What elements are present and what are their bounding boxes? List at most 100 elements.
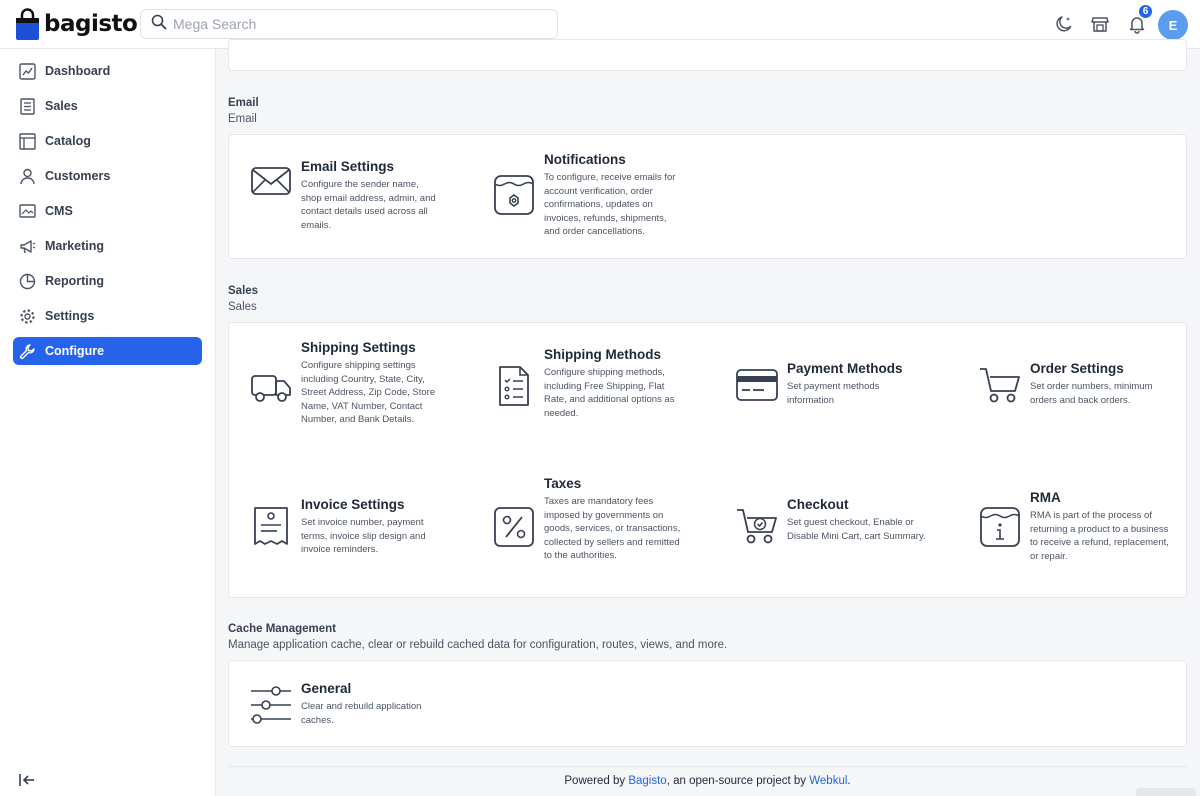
cms-icon xyxy=(18,202,36,220)
config-item-invoice-settings[interactable]: Invoice Settings Set invoice number, pay… xyxy=(249,497,441,557)
sidebar-item-marketing[interactable]: Marketing xyxy=(13,232,202,260)
item-title: Taxes xyxy=(544,476,582,491)
invoice-icon xyxy=(249,505,293,549)
config-item-rma[interactable]: RMA RMA is part of the process of return… xyxy=(978,490,1170,563)
dashboard-icon xyxy=(18,62,36,80)
sliders-icon xyxy=(249,683,293,727)
config-item-shipping-settings[interactable]: Shipping Settings Configure shipping set… xyxy=(249,340,441,427)
notification-count-badge: 6 xyxy=(1137,3,1154,20)
previous-section-card xyxy=(228,39,1187,71)
section-subtitle-sales: Sales xyxy=(228,301,257,313)
collapse-sidebar-icon[interactable] xyxy=(18,771,36,789)
config-item-taxes[interactable]: Taxes Taxes are mandatory fees imposed b… xyxy=(492,476,684,563)
item-title: RMA xyxy=(1030,490,1061,505)
footer-prefix: Powered by xyxy=(564,775,629,787)
item-description: Configure the sender name, shop email ad… xyxy=(301,179,436,231)
config-item-general[interactable]: General Clear and rebuild application ca… xyxy=(249,681,441,727)
sidebar-item-label: Sales xyxy=(45,99,78,113)
dark-mode-toggle-icon[interactable] xyxy=(1053,13,1075,35)
section-subtitle-email: Email xyxy=(228,113,257,125)
configure-icon xyxy=(18,342,36,360)
checklist-icon xyxy=(492,364,536,408)
sidebar-item-label: Configure xyxy=(45,344,105,358)
email-config-card: Email Settings Configure the sender name… xyxy=(228,134,1187,259)
item-title: Email Settings xyxy=(301,159,395,174)
mega-search[interactable] xyxy=(140,9,558,39)
storefront-icon[interactable] xyxy=(1089,13,1111,35)
item-title: Invoice Settings xyxy=(301,497,405,512)
item-description: Clear and rebuild application caches. xyxy=(301,701,422,726)
section-subtitle-cache: Manage application cache, clear or rebui… xyxy=(228,639,728,651)
config-item-payment-methods[interactable]: Payment Methods Set payment methods info… xyxy=(735,361,927,408)
shopping-bag-logo-icon xyxy=(16,8,39,40)
brand-logo[interactable]: bagisto xyxy=(16,8,138,40)
search-icon xyxy=(151,14,167,35)
item-description: To configure, receive emails for account… xyxy=(544,172,676,237)
item-title: Payment Methods xyxy=(787,361,903,376)
customers-icon xyxy=(18,167,36,185)
config-item-email-settings[interactable]: Email Settings Configure the sender name… xyxy=(249,159,441,232)
sidebar-item-label: Reporting xyxy=(45,274,105,288)
sales-icon xyxy=(18,97,36,115)
scroll-to-top-tab[interactable] xyxy=(1136,788,1196,796)
sidebar-item-cms[interactable]: CMS xyxy=(13,197,202,225)
search-input[interactable] xyxy=(173,16,533,32)
catalog-icon xyxy=(18,132,36,150)
sidebar-item-label: Dashboard xyxy=(45,64,111,78)
user-avatar[interactable]: E xyxy=(1158,10,1188,40)
item-description: Set invoice number, payment terms, invoi… xyxy=(301,517,426,555)
cache-config-card: General Clear and rebuild application ca… xyxy=(228,660,1187,747)
percent-icon xyxy=(492,505,536,549)
sidebar-item-label: Marketing xyxy=(45,239,105,253)
truck-icon xyxy=(249,364,293,408)
footer-middle: , an open-source project by xyxy=(666,775,810,787)
sidebar-item-reporting[interactable]: Reporting xyxy=(13,267,202,295)
settings-icon xyxy=(18,307,36,325)
reporting-icon xyxy=(18,272,36,290)
sidebar-item-settings[interactable]: Settings xyxy=(13,302,202,330)
brand-name: bagisto xyxy=(44,11,138,37)
section-title-cache: Cache Management xyxy=(228,623,337,635)
notification-settings-icon xyxy=(492,173,536,217)
sidebar-item-label: CMS xyxy=(45,204,73,218)
item-title: Shipping Settings xyxy=(301,340,416,355)
item-title: Shipping Methods xyxy=(544,347,661,362)
config-item-notifications[interactable]: Notifications To configure, receive emai… xyxy=(492,152,684,239)
sidebar-item-dashboard[interactable]: Dashboard xyxy=(13,57,202,85)
marketing-icon xyxy=(18,237,36,255)
page-footer: Powered by Bagisto, an open-source proje… xyxy=(228,766,1187,787)
section-title-email: Email xyxy=(228,97,259,109)
item-title: Order Settings xyxy=(1030,361,1124,376)
sidebar: Dashboard Sales Catalog Customers CMS Ma… xyxy=(0,49,216,796)
item-description: Set guest checkout, Enable or Disable Mi… xyxy=(787,517,926,542)
rma-info-icon xyxy=(978,505,1022,549)
sales-config-card: Shipping Settings Configure shipping set… xyxy=(228,322,1187,598)
item-description: Taxes are mandatory fees imposed by gove… xyxy=(544,496,681,561)
config-item-checkout[interactable]: Checkout Set guest checkout, Enable or D… xyxy=(735,497,927,549)
webkul-link[interactable]: Webkul xyxy=(809,775,847,787)
sidebar-item-sales[interactable]: Sales xyxy=(13,92,202,120)
cart-icon xyxy=(978,364,1022,408)
item-title: General xyxy=(301,681,352,696)
section-title-sales: Sales xyxy=(228,285,259,297)
item-title: Notifications xyxy=(544,152,626,167)
checkout-cart-icon xyxy=(735,505,779,549)
envelope-icon xyxy=(249,159,293,203)
item-description: Configure shipping settings including Co… xyxy=(301,360,436,425)
sidebar-item-configure[interactable]: Configure xyxy=(13,337,202,365)
credit-card-icon xyxy=(735,364,779,408)
item-description: Configure shipping methods, including Fr… xyxy=(544,367,675,419)
item-title: Checkout xyxy=(787,497,849,512)
config-item-order-settings[interactable]: Order Settings Set order numbers, minimu… xyxy=(978,361,1170,408)
item-description: Set order numbers, minimum orders and ba… xyxy=(1030,381,1153,406)
item-description: Set payment methods information xyxy=(787,381,880,406)
item-description: RMA is part of the process of returning … xyxy=(1030,510,1169,562)
sidebar-item-customers[interactable]: Customers xyxy=(13,162,202,190)
config-item-shipping-methods[interactable]: Shipping Methods Configure shipping meth… xyxy=(492,347,684,420)
sidebar-item-catalog[interactable]: Catalog xyxy=(13,127,202,155)
sidebar-item-label: Catalog xyxy=(45,134,91,148)
sidebar-item-label: Settings xyxy=(45,309,95,323)
sidebar-item-label: Customers xyxy=(45,169,111,183)
main-content: Email Email Email Settings Configure the… xyxy=(216,39,1200,796)
bagisto-link[interactable]: Bagisto xyxy=(628,775,666,787)
